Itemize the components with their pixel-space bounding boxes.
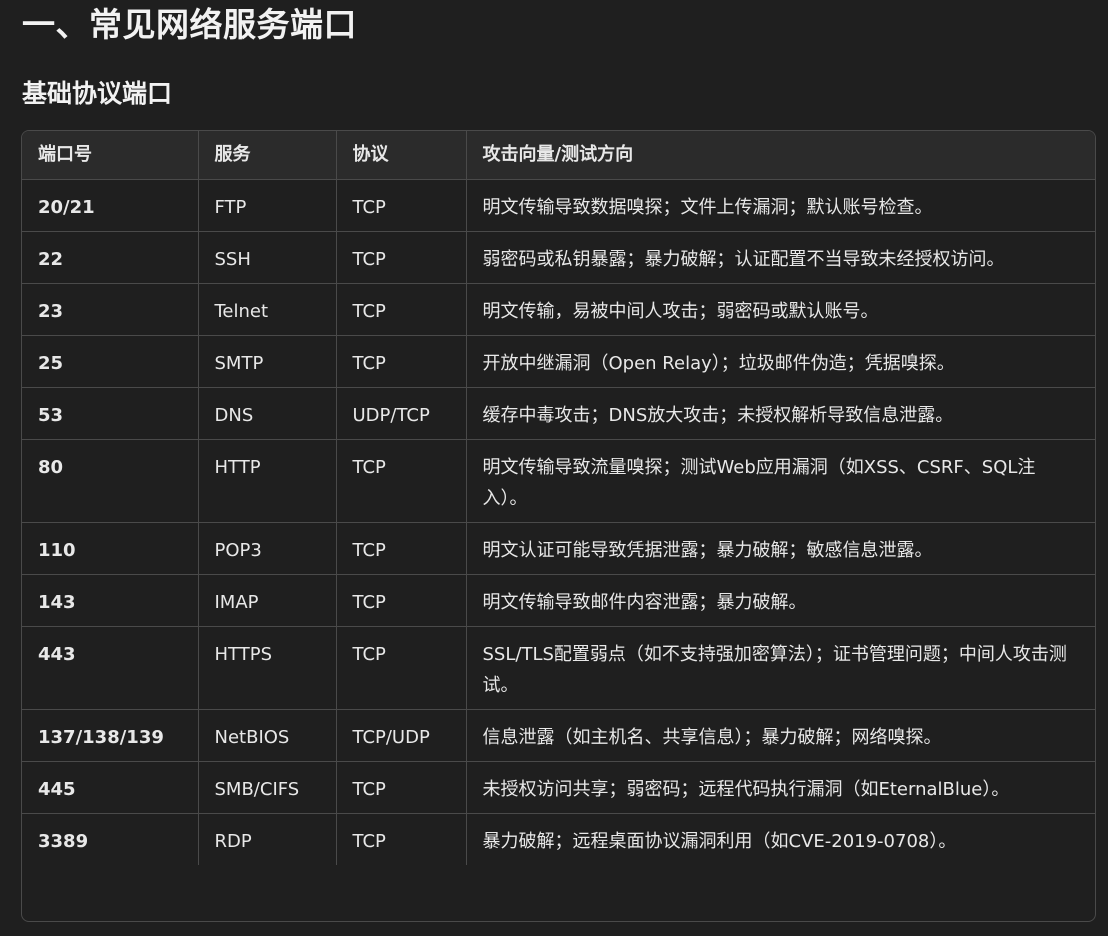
cell-service: SMTP <box>198 335 337 388</box>
cell-protocol: TCP <box>336 626 467 710</box>
cell-vector: 弱密码或私钥暴露；暴力破解；认证配置不当导致未经授权访问。 <box>466 231 1095 284</box>
header-service: 服务 <box>198 131 337 180</box>
ports-table: 端口号 服务 协议 攻击向量/测试方向 20/21 FTP TCP 明文传输导致… <box>22 131 1095 865</box>
cell-port: 23 <box>22 283 199 336</box>
cell-protocol: UDP/TCP <box>336 387 467 440</box>
cell-service: NetBIOS <box>198 709 337 762</box>
cell-service: Telnet <box>198 283 337 336</box>
table-row: 3389 RDP TCP 暴力破解；远程桌面协议漏洞利用（如CVE-2019-0… <box>22 813 1095 865</box>
section-title: 基础协议端口 <box>22 79 173 108</box>
cell-service: FTP <box>198 179 337 232</box>
cell-service: HTTP <box>198 439 337 523</box>
cell-vector: 缓存中毒攻击；DNS放大攻击；未授权解析导致信息泄露。 <box>466 387 1095 440</box>
cell-service: SSH <box>198 231 337 284</box>
cell-port: 20/21 <box>22 179 199 232</box>
cell-vector: 明文认证可能导致凭据泄露；暴力破解；敏感信息泄露。 <box>466 522 1095 575</box>
cell-port: 22 <box>22 231 199 284</box>
header-port: 端口号 <box>22 131 199 180</box>
cell-vector: 明文传输导致邮件内容泄露；暴力破解。 <box>466 574 1095 627</box>
cell-service: DNS <box>198 387 337 440</box>
cell-port: 3389 <box>22 813 199 865</box>
ports-table-container: 端口号 服务 协议 攻击向量/测试方向 20/21 FTP TCP 明文传输导致… <box>21 130 1096 922</box>
table-row: 23 Telnet TCP 明文传输，易被中间人攻击；弱密码或默认账号。 <box>22 283 1095 336</box>
table-body: 20/21 FTP TCP 明文传输导致数据嗅探；文件上传漏洞；默认账号检查。 … <box>22 179 1095 865</box>
cell-vector: 明文传输导致流量嗅探；测试Web应用漏洞（如XSS、CSRF、SQL注入）。 <box>466 439 1095 523</box>
header-vector: 攻击向量/测试方向 <box>466 131 1095 180</box>
table-header: 端口号 服务 协议 攻击向量/测试方向 <box>22 131 1095 180</box>
cell-vector: 明文传输，易被中间人攻击；弱密码或默认账号。 <box>466 283 1095 336</box>
cell-protocol: TCP <box>336 574 467 627</box>
table-row: 110 POP3 TCP 明文认证可能导致凭据泄露；暴力破解；敏感信息泄露。 <box>22 522 1095 575</box>
cell-protocol: TCP <box>336 335 467 388</box>
cell-vector: 明文传输导致数据嗅探；文件上传漏洞；默认账号检查。 <box>466 179 1095 232</box>
cell-protocol: TCP/UDP <box>336 709 467 762</box>
cell-service: RDP <box>198 813 337 865</box>
cell-protocol: TCP <box>336 813 467 865</box>
cell-service: SMB/CIFS <box>198 761 337 814</box>
cell-protocol: TCP <box>336 761 467 814</box>
header-protocol: 协议 <box>336 131 467 180</box>
cell-protocol: TCP <box>336 231 467 284</box>
cell-vector: 未授权访问共享；弱密码；远程代码执行漏洞（如EternalBlue）。 <box>466 761 1095 814</box>
header-row: 端口号 服务 协议 攻击向量/测试方向 <box>22 131 1095 180</box>
table-row: 137/138/139 NetBIOS TCP/UDP 信息泄露（如主机名、共享… <box>22 709 1095 762</box>
cell-port: 445 <box>22 761 199 814</box>
cell-service: IMAP <box>198 574 337 627</box>
table-row: 53 DNS UDP/TCP 缓存中毒攻击；DNS放大攻击；未授权解析导致信息泄… <box>22 387 1095 440</box>
cell-vector: 暴力破解；远程桌面协议漏洞利用（如CVE-2019-0708）。 <box>482 831 957 852</box>
cell-vector: SSL/TLS配置弱点（如不支持强加密算法）；证书管理问题；中间人攻击测试。 <box>466 626 1095 710</box>
cell-service: POP3 <box>198 522 337 575</box>
table-row: 143 IMAP TCP 明文传输导致邮件内容泄露；暴力破解。 <box>22 574 1095 627</box>
cell-port: 443 <box>22 626 199 710</box>
cell-port: 110 <box>22 522 199 575</box>
cell-vector: 信息泄露（如主机名、共享信息）；暴力破解；网络嗅探。 <box>466 709 1095 762</box>
cell-protocol: TCP <box>336 179 467 232</box>
table-row: 80 HTTP TCP 明文传输导致流量嗅探；测试Web应用漏洞（如XSS、CS… <box>22 439 1095 523</box>
table-row: 22 SSH TCP 弱密码或私钥暴露；暴力破解；认证配置不当导致未经授权访问。 <box>22 231 1095 284</box>
cell-port: 53 <box>22 387 199 440</box>
table-row: 443 HTTPS TCP SSL/TLS配置弱点（如不支持强加密算法）；证书管… <box>22 626 1095 710</box>
table-row: 445 SMB/CIFS TCP 未授权访问共享；弱密码；远程代码执行漏洞（如E… <box>22 761 1095 814</box>
page-title: 一、常见网络服务端口 <box>22 5 357 44</box>
table-row: 25 SMTP TCP 开放中继漏洞（Open Relay）；垃圾邮件伪造；凭据… <box>22 335 1095 388</box>
cell-protocol: TCP <box>336 522 467 575</box>
cell-protocol: TCP <box>336 283 467 336</box>
cell-port: 143 <box>22 574 199 627</box>
cell-port: 80 <box>22 439 199 523</box>
cell-vector: 开放中继漏洞（Open Relay）；垃圾邮件伪造；凭据嗅探。 <box>466 335 1095 388</box>
cell-service: HTTPS <box>198 626 337 710</box>
cell-port: 137/138/139 <box>22 709 199 762</box>
cell-protocol: TCP <box>336 439 467 523</box>
table-row: 20/21 FTP TCP 明文传输导致数据嗅探；文件上传漏洞；默认账号检查。 <box>22 179 1095 232</box>
cell-port: 25 <box>22 335 199 388</box>
